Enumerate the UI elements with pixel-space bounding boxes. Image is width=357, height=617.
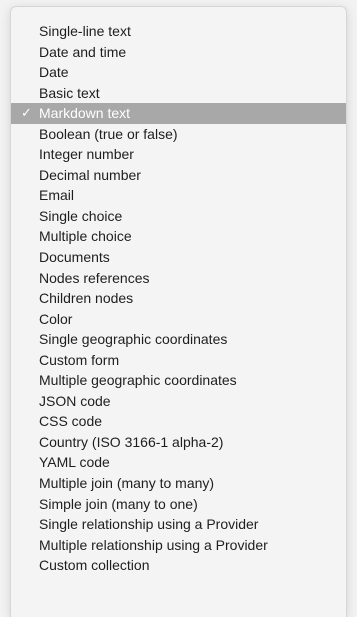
menu-item-label: Multiple join (many to many) xyxy=(39,475,215,492)
menu-item-color[interactable]: Color xyxy=(11,309,346,330)
menu-item-label: Date xyxy=(39,64,69,81)
menu-item-label: Children nodes xyxy=(39,290,134,307)
menu-item-label: Decimal number xyxy=(39,166,141,183)
menu-item-label: Multiple choice xyxy=(39,228,132,245)
menu-item-decimal-number[interactable]: Decimal number xyxy=(11,165,346,186)
menu-item-country[interactable]: Country (ISO 3166-1 alpha-2) xyxy=(11,432,346,453)
menu-item-custom-form[interactable]: Custom form xyxy=(11,350,346,371)
menu-item-multiple-choice[interactable]: Multiple choice xyxy=(11,226,346,247)
menu-item-label: Single choice xyxy=(39,207,123,224)
menu-item-label: Multiple geographic coordinates xyxy=(39,372,237,389)
menu-item-email[interactable]: Email xyxy=(11,185,346,206)
menu-item-label: Single geographic coordinates xyxy=(39,331,228,348)
menu-item-label: Multiple relationship using a Provider xyxy=(39,536,268,553)
menu-item-basic-text[interactable]: Basic text xyxy=(11,83,346,104)
menu-options-list: Single-line text Date and time Date Basi… xyxy=(11,21,346,576)
menu-item-label: Single-line text xyxy=(39,23,131,39)
menu-item-integer-number[interactable]: Integer number xyxy=(11,144,346,165)
menu-item-date[interactable]: Date xyxy=(11,62,346,83)
menu-item-simple-join[interactable]: Simple join (many to one) xyxy=(11,494,346,515)
menu-item-documents[interactable]: Documents xyxy=(11,247,346,268)
menu-item-single-relationship-provider[interactable]: Single relationship using a Provider xyxy=(11,514,346,535)
menu-item-children-nodes[interactable]: Children nodes xyxy=(11,288,346,309)
menu-item-label: Nodes references xyxy=(39,269,150,286)
menu-item-label: Custom form xyxy=(39,351,120,368)
menu-item-label: Single relationship using a Provider xyxy=(39,516,259,533)
menu-item-label: Integer number xyxy=(39,146,134,163)
menu-item-multiple-join[interactable]: Multiple join (many to many) xyxy=(11,473,346,494)
menu-item-label: Email xyxy=(39,187,75,204)
menu-item-label: Date and time xyxy=(39,43,127,60)
field-type-dropdown-menu: Single-line text Date and time Date Basi… xyxy=(10,6,347,617)
menu-item-single-line-text[interactable]: Single-line text xyxy=(11,21,346,42)
menu-item-json-code[interactable]: JSON code xyxy=(11,391,346,412)
menu-item-multiple-relationship-provider[interactable]: Multiple relationship using a Provider xyxy=(11,535,346,556)
menu-item-single-geographic-coordinates[interactable]: Single geographic coordinates xyxy=(11,329,346,350)
menu-item-label: Simple join (many to one) xyxy=(39,495,198,512)
menu-item-single-choice[interactable]: Single choice xyxy=(11,206,346,227)
menu-item-nodes-references[interactable]: Nodes references xyxy=(11,268,346,289)
menu-item-yaml-code[interactable]: YAML code xyxy=(11,452,346,473)
menu-item-css-code[interactable]: CSS code xyxy=(11,411,346,432)
menu-item-label: Country (ISO 3166-1 alpha-2) xyxy=(39,433,224,450)
menu-item-boolean[interactable]: Boolean (true or false) xyxy=(11,124,346,145)
menu-item-label: JSON code xyxy=(39,392,111,409)
menu-item-label: Custom collection xyxy=(39,557,150,574)
menu-item-markdown-text[interactable]: ✓ Markdown text xyxy=(11,103,346,124)
menu-item-label: Documents xyxy=(39,249,110,266)
menu-item-label: Boolean (true or false) xyxy=(39,125,178,142)
menu-item-date-and-time[interactable]: Date and time xyxy=(11,42,346,63)
menu-item-multiple-geographic-coordinates[interactable]: Multiple geographic coordinates xyxy=(11,370,346,391)
menu-item-custom-collection[interactable]: Custom collection xyxy=(11,555,346,576)
menu-item-label: CSS code xyxy=(39,413,103,430)
checkmark-icon: ✓ xyxy=(21,105,32,121)
menu-item-label: Basic text xyxy=(39,84,100,101)
dropdown-menu-backdrop: Single-line text Date and time Date Basi… xyxy=(0,0,357,617)
menu-item-label: Markdown text xyxy=(39,105,131,122)
menu-item-label: YAML code xyxy=(39,454,110,471)
menu-item-label: Color xyxy=(39,310,73,327)
